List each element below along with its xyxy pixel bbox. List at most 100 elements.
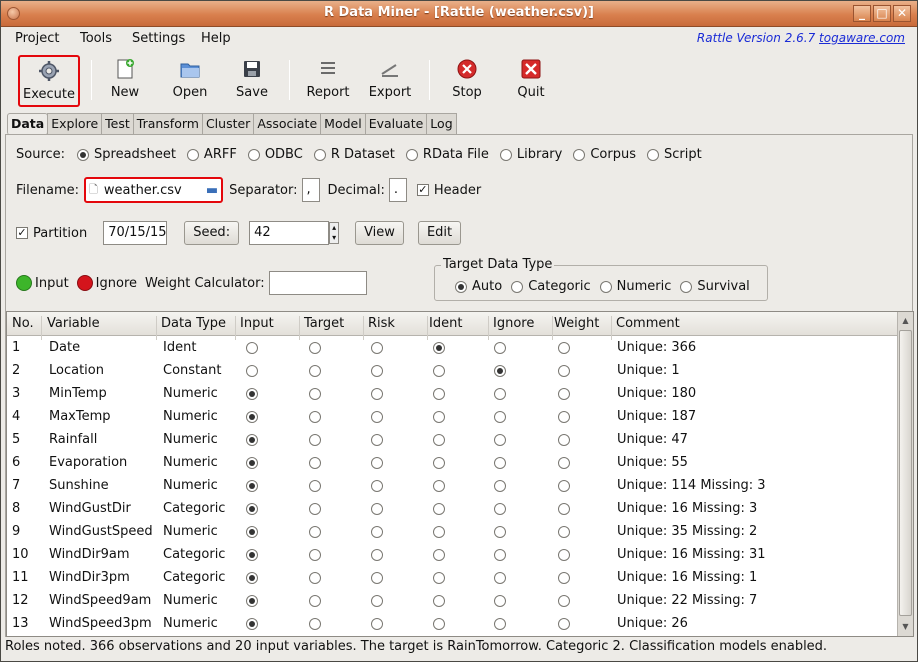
table-row[interactable]: 1 Date Ident Unique: 366	[7, 337, 897, 360]
role-radio-ident[interactable]	[433, 503, 445, 515]
quit-button[interactable]: Quit	[503, 55, 559, 107]
role-radio-weight[interactable]	[558, 503, 570, 515]
menu-settings[interactable]: Settings	[132, 31, 185, 46]
target-type-radio[interactable]	[680, 280, 693, 293]
execute-button[interactable]: Execute	[18, 55, 80, 107]
role-radio-target[interactable]	[309, 595, 321, 607]
role-radio-weight[interactable]	[558, 411, 570, 423]
table-row[interactable]: 4 MaxTemp Numeric Unique: 187	[7, 406, 897, 429]
tab-log[interactable]: Log	[426, 113, 457, 135]
source-radio[interactable]	[646, 148, 659, 161]
role-radio-input[interactable]	[246, 434, 258, 446]
role-radio-input[interactable]	[246, 342, 258, 354]
source-option[interactable]: Corpus	[573, 147, 636, 162]
source-radio[interactable]	[247, 148, 260, 161]
role-radio-risk[interactable]	[371, 480, 383, 492]
target-type-radio[interactable]	[455, 280, 467, 293]
table-row[interactable]: 10 WindDir9am Categoric Unique: 16 Missing:…	[7, 544, 897, 567]
source-option[interactable]: Library	[499, 147, 562, 162]
role-radio-target[interactable]	[309, 457, 321, 469]
open-button[interactable]: Open	[162, 55, 218, 107]
role-radio-target[interactable]	[309, 411, 321, 423]
role-radio-ident[interactable]	[433, 618, 445, 630]
role-radio-weight[interactable]	[558, 457, 570, 469]
role-radio-risk[interactable]	[371, 572, 383, 584]
role-radio-weight[interactable]	[558, 342, 570, 354]
table-row[interactable]: 11 WindDir3pm Categoric Unique: 16 Missing:…	[7, 567, 897, 590]
view-button[interactable]: View	[355, 221, 404, 245]
partition-input[interactable]: 70/15/15	[103, 221, 168, 245]
tab-evaluate[interactable]: Evaluate	[364, 113, 428, 135]
role-radio-ident[interactable]	[433, 526, 445, 538]
role-radio-target[interactable]	[309, 480, 321, 492]
source-radio[interactable]	[573, 148, 586, 161]
role-radio-ident[interactable]	[433, 480, 445, 492]
role-radio-risk[interactable]	[371, 365, 383, 377]
close-icon[interactable]: ✕	[893, 5, 911, 22]
table-scrollbar[interactable]: ▲ ▼	[897, 312, 913, 636]
table-row[interactable]: 12 WindSpeed9am Numeric Unique: 22 Missing:…	[7, 590, 897, 613]
scroll-thumb[interactable]	[899, 330, 912, 616]
report-button[interactable]: Report	[300, 55, 356, 107]
target-type-option[interactable]: Numeric	[599, 279, 671, 294]
source-option[interactable]: ARFF	[186, 147, 237, 162]
scroll-down-icon[interactable]: ▼	[899, 620, 912, 634]
role-radio-ignore[interactable]	[494, 388, 506, 400]
source-option[interactable]: Spreadsheet	[77, 147, 176, 162]
table-row[interactable]: 13 WindSpeed3pm Numeric Unique: 26	[7, 613, 897, 636]
role-radio-risk[interactable]	[371, 526, 383, 538]
source-option[interactable]: ODBC	[247, 147, 303, 162]
weight-calculator-input[interactable]	[268, 271, 367, 295]
target-type-option[interactable]: Auto	[455, 279, 502, 294]
table-row[interactable]: 5 Rainfall Numeric Unique: 47	[7, 429, 897, 452]
role-radio-weight[interactable]	[558, 549, 570, 561]
table-row[interactable]: 14Humidity9amNumericUnique: 60	[7, 636, 897, 637]
role-radio-input[interactable]	[246, 572, 258, 584]
scroll-up-icon[interactable]: ▲	[899, 314, 912, 328]
role-radio-risk[interactable]	[371, 434, 383, 446]
role-radio-weight[interactable]	[558, 618, 570, 630]
partition-checkbox[interactable]: ✓	[16, 227, 28, 239]
role-radio-risk[interactable]	[371, 503, 383, 515]
seed-spinner[interactable]: ▴ ▾	[329, 222, 340, 244]
source-radio[interactable]	[186, 148, 199, 161]
role-radio-input[interactable]	[246, 503, 258, 515]
role-radio-risk[interactable]	[371, 595, 383, 607]
table-row[interactable]: 9 WindGustSpeed Numeric Unique: 35 Missing:…	[7, 521, 897, 544]
role-radio-ignore[interactable]	[494, 342, 506, 354]
role-radio-ignore[interactable]	[494, 457, 506, 469]
menu-project[interactable]: Project	[15, 31, 59, 46]
role-radio-ignore[interactable]	[494, 411, 506, 423]
role-radio-input[interactable]	[246, 457, 258, 469]
role-radio-ident[interactable]	[433, 457, 445, 469]
export-button[interactable]: Export	[362, 55, 418, 107]
role-radio-target[interactable]	[309, 365, 321, 377]
target-type-option[interactable]: Survival	[680, 279, 750, 294]
tab-test[interactable]: Test	[101, 113, 134, 135]
table-row[interactable]: 7 Sunshine Numeric Unique: 114 Missing: 3	[7, 475, 897, 498]
target-type-radio[interactable]	[511, 280, 524, 293]
role-radio-target[interactable]	[309, 526, 321, 538]
table-row[interactable]: 8 WindGustDir Categoric Unique: 16 Missing:…	[7, 498, 897, 521]
header-checkbox[interactable]: ✓	[416, 184, 429, 196]
source-option[interactable]: RData File	[405, 147, 489, 162]
seed-input[interactable]: 42	[249, 221, 330, 245]
role-radio-ignore[interactable]	[494, 480, 506, 492]
edit-button[interactable]: Edit	[417, 221, 462, 245]
role-radio-target[interactable]	[309, 503, 321, 515]
role-radio-target[interactable]	[309, 549, 321, 561]
role-radio-ignore[interactable]	[494, 526, 506, 538]
filename-chooser[interactable]: 🗋 weather.csv ▬	[84, 177, 224, 203]
role-radio-ignore[interactable]	[494, 618, 506, 630]
role-radio-target[interactable]	[309, 342, 321, 354]
source-radio[interactable]	[499, 148, 512, 161]
tab-transform[interactable]: Transform	[132, 113, 203, 135]
role-radio-target[interactable]	[309, 388, 321, 400]
new-button[interactable]: New	[97, 55, 153, 107]
role-radio-weight[interactable]	[558, 388, 570, 400]
tab-associate[interactable]: Associate	[253, 113, 322, 135]
role-radio-ident[interactable]	[433, 434, 445, 446]
role-radio-input[interactable]	[246, 388, 258, 400]
role-radio-ident[interactable]	[433, 411, 445, 423]
role-radio-risk[interactable]	[371, 457, 383, 469]
